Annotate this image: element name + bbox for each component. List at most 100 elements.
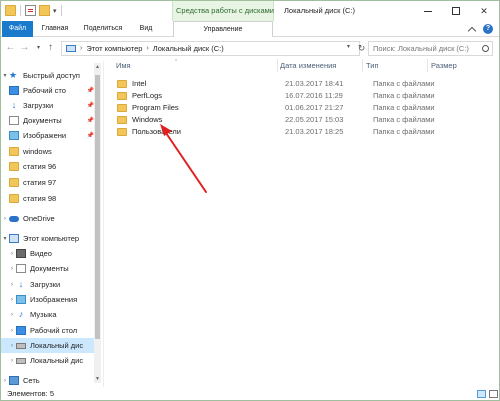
chevron-right-icon[interactable]: › bbox=[1, 378, 9, 384]
table-row[interactable]: Пользователи 21.03.2017 18:25 Папка с фа… bbox=[109, 126, 489, 138]
document-icon bbox=[16, 264, 26, 273]
nav-videos[interactable]: › Видео bbox=[1, 246, 97, 261]
chevron-right-icon[interactable]: › bbox=[80, 45, 82, 52]
nav-desktop[interactable]: › Рабочий стол bbox=[1, 323, 97, 338]
folder-icon bbox=[117, 116, 127, 124]
up-button[interactable]: ↑ bbox=[45, 42, 56, 54]
file-type: Папка с файлами bbox=[373, 115, 435, 124]
address-bar[interactable]: › Этот компьютер › Локальный диск (C:) bbox=[61, 41, 360, 56]
chevron-right-icon[interactable]: › bbox=[8, 266, 16, 272]
chevron-right-icon[interactable]: › bbox=[146, 45, 148, 52]
nav-network[interactable]: › Сеть bbox=[1, 373, 97, 387]
file-list: ^ Имя Дата изменения Тип Размер Intel 21… bbox=[105, 59, 499, 387]
nav-music[interactable]: › ♪ Музыка bbox=[1, 307, 97, 322]
nav-local-disk-c[interactable]: › Локальный дис bbox=[1, 338, 97, 353]
chevron-down-icon[interactable]: ▾ bbox=[1, 72, 9, 79]
column-header-date[interactable]: Дата изменения bbox=[277, 59, 357, 72]
details-view-icon[interactable] bbox=[477, 390, 486, 398]
nav-label: windows bbox=[23, 147, 52, 156]
breadcrumb-local-disk[interactable]: Локальный диск (C:) bbox=[153, 44, 224, 53]
scrollbar-thumb[interactable] bbox=[95, 75, 100, 339]
file-date: 22.05.2017 15:03 bbox=[285, 115, 344, 124]
back-button[interactable]: ← bbox=[5, 42, 16, 54]
table-row[interactable]: Intel 21.03.2017 18:41 Папка с файлами bbox=[109, 78, 489, 90]
nav-pictures-pinned[interactable]: Изображени 📌 bbox=[1, 128, 97, 143]
nav-recent-folder[interactable]: статия 97 bbox=[1, 175, 97, 190]
nav-recent-windows[interactable]: windows bbox=[1, 144, 97, 159]
close-button[interactable]: ✕ bbox=[470, 1, 498, 21]
toolbar-separator bbox=[60, 5, 62, 16]
computer-icon bbox=[9, 234, 19, 243]
recent-locations-button[interactable]: ▾ bbox=[33, 42, 44, 54]
tab-home[interactable]: Главная bbox=[36, 21, 74, 37]
new-folder-icon[interactable] bbox=[39, 5, 50, 16]
nav-label: Рабочий стол bbox=[30, 326, 78, 335]
nav-desktop-pinned[interactable]: Рабочий сто 📌 bbox=[1, 83, 97, 98]
nav-label: Загрузки bbox=[30, 280, 61, 289]
forward-button[interactable]: → bbox=[19, 42, 30, 54]
chevron-right-icon[interactable]: › bbox=[8, 251, 16, 257]
nav-scrollbar[interactable]: ▲ ▼ bbox=[94, 63, 101, 383]
search-icon bbox=[482, 45, 489, 52]
file-date: 01.06.2017 21:27 bbox=[285, 103, 344, 112]
column-header-name[interactable]: Имя bbox=[116, 59, 256, 72]
chevron-right-icon[interactable]: › bbox=[8, 282, 16, 288]
chevron-right-icon[interactable]: › bbox=[8, 343, 16, 349]
nav-label: Локальный дис bbox=[30, 341, 84, 350]
context-tab-title: Средства работы с дисками bbox=[176, 6, 274, 15]
chevron-right-icon[interactable]: › bbox=[8, 297, 16, 303]
scroll-down-icon[interactable]: ▼ bbox=[94, 375, 101, 383]
scroll-up-icon[interactable]: ▲ bbox=[94, 63, 101, 71]
refresh-button[interactable]: ↻ bbox=[355, 41, 368, 56]
search-input[interactable]: Поиск: Локальный диск (C:) bbox=[368, 41, 493, 56]
table-row[interactable]: Windows 22.05.2017 15:03 Папка с файлами bbox=[109, 114, 489, 126]
help-icon[interactable]: ? bbox=[483, 24, 493, 34]
nav-label: Видео bbox=[30, 249, 52, 258]
chevron-down-icon[interactable]: ▾ bbox=[53, 7, 57, 15]
column-header-size[interactable]: Размер bbox=[427, 59, 477, 72]
toolbar-separator bbox=[20, 5, 21, 16]
nav-pictures[interactable]: › Изображения bbox=[1, 292, 97, 307]
download-icon: ↓ bbox=[16, 280, 26, 289]
folder-icon bbox=[9, 194, 19, 203]
nav-this-pc[interactable]: ▾ Этот компьютер bbox=[1, 231, 97, 246]
column-header-type[interactable]: Тип bbox=[362, 59, 422, 72]
chevron-down-icon[interactable]: ▾ bbox=[1, 235, 9, 242]
tab-file[interactable]: Файл bbox=[2, 21, 33, 37]
table-row[interactable]: Program Files 01.06.2017 21:27 Папка с ф… bbox=[109, 102, 489, 114]
nav-label: OneDrive bbox=[23, 214, 55, 223]
nav-label: Этот компьютер bbox=[23, 234, 80, 243]
nav-local-disk-d[interactable]: › Локальный дис bbox=[1, 353, 97, 368]
chevron-right-icon[interactable]: › bbox=[8, 358, 16, 364]
address-dropdown-icon[interactable]: ▾ bbox=[347, 43, 350, 50]
nav-quick-access[interactable]: ▾ ★ Быстрый доступ bbox=[1, 68, 97, 83]
file-name: Program Files bbox=[132, 103, 179, 112]
chevron-right-icon[interactable]: › bbox=[1, 216, 9, 222]
folder-icon bbox=[117, 104, 127, 112]
maximize-button[interactable] bbox=[442, 1, 470, 21]
minimize-button[interactable] bbox=[414, 1, 442, 21]
folder-icon bbox=[9, 147, 19, 156]
large-icons-view-icon[interactable] bbox=[489, 390, 498, 398]
collapse-ribbon-icon[interactable] bbox=[467, 26, 477, 36]
nav-documents-pinned[interactable]: Документы 📌 bbox=[1, 113, 97, 128]
nav-onedrive[interactable]: › OneDrive bbox=[1, 211, 97, 226]
tab-share[interactable]: Поделиться bbox=[79, 21, 127, 37]
chevron-right-icon[interactable]: › bbox=[8, 328, 16, 334]
table-row[interactable]: PerfLogs 16.07.2016 11:29 Папка с файлам… bbox=[109, 90, 489, 102]
nav-label: статия 96 bbox=[23, 162, 57, 171]
nav-recent-folder[interactable]: статия 96 bbox=[1, 159, 97, 174]
nav-label: статия 98 bbox=[23, 194, 57, 203]
nav-documents[interactable]: › Документы bbox=[1, 261, 97, 276]
folder-icon bbox=[117, 92, 127, 100]
nav-downloads-pinned[interactable]: ↓ Загрузки 📌 bbox=[1, 98, 97, 113]
tab-manage[interactable]: Управление bbox=[173, 21, 273, 37]
nav-recent-folder[interactable]: статия 98 bbox=[1, 191, 97, 206]
properties-icon[interactable] bbox=[25, 5, 36, 16]
nav-label: Музыка bbox=[30, 310, 57, 319]
chevron-right-icon[interactable]: › bbox=[8, 312, 16, 318]
tab-view[interactable]: Вид bbox=[134, 21, 158, 37]
title-bar: ▾ Средства работы с дисками Локальный ди… bbox=[1, 1, 499, 21]
nav-downloads[interactable]: › ↓ Загрузки bbox=[1, 277, 97, 292]
breadcrumb-this-pc[interactable]: Этот компьютер bbox=[86, 44, 142, 53]
